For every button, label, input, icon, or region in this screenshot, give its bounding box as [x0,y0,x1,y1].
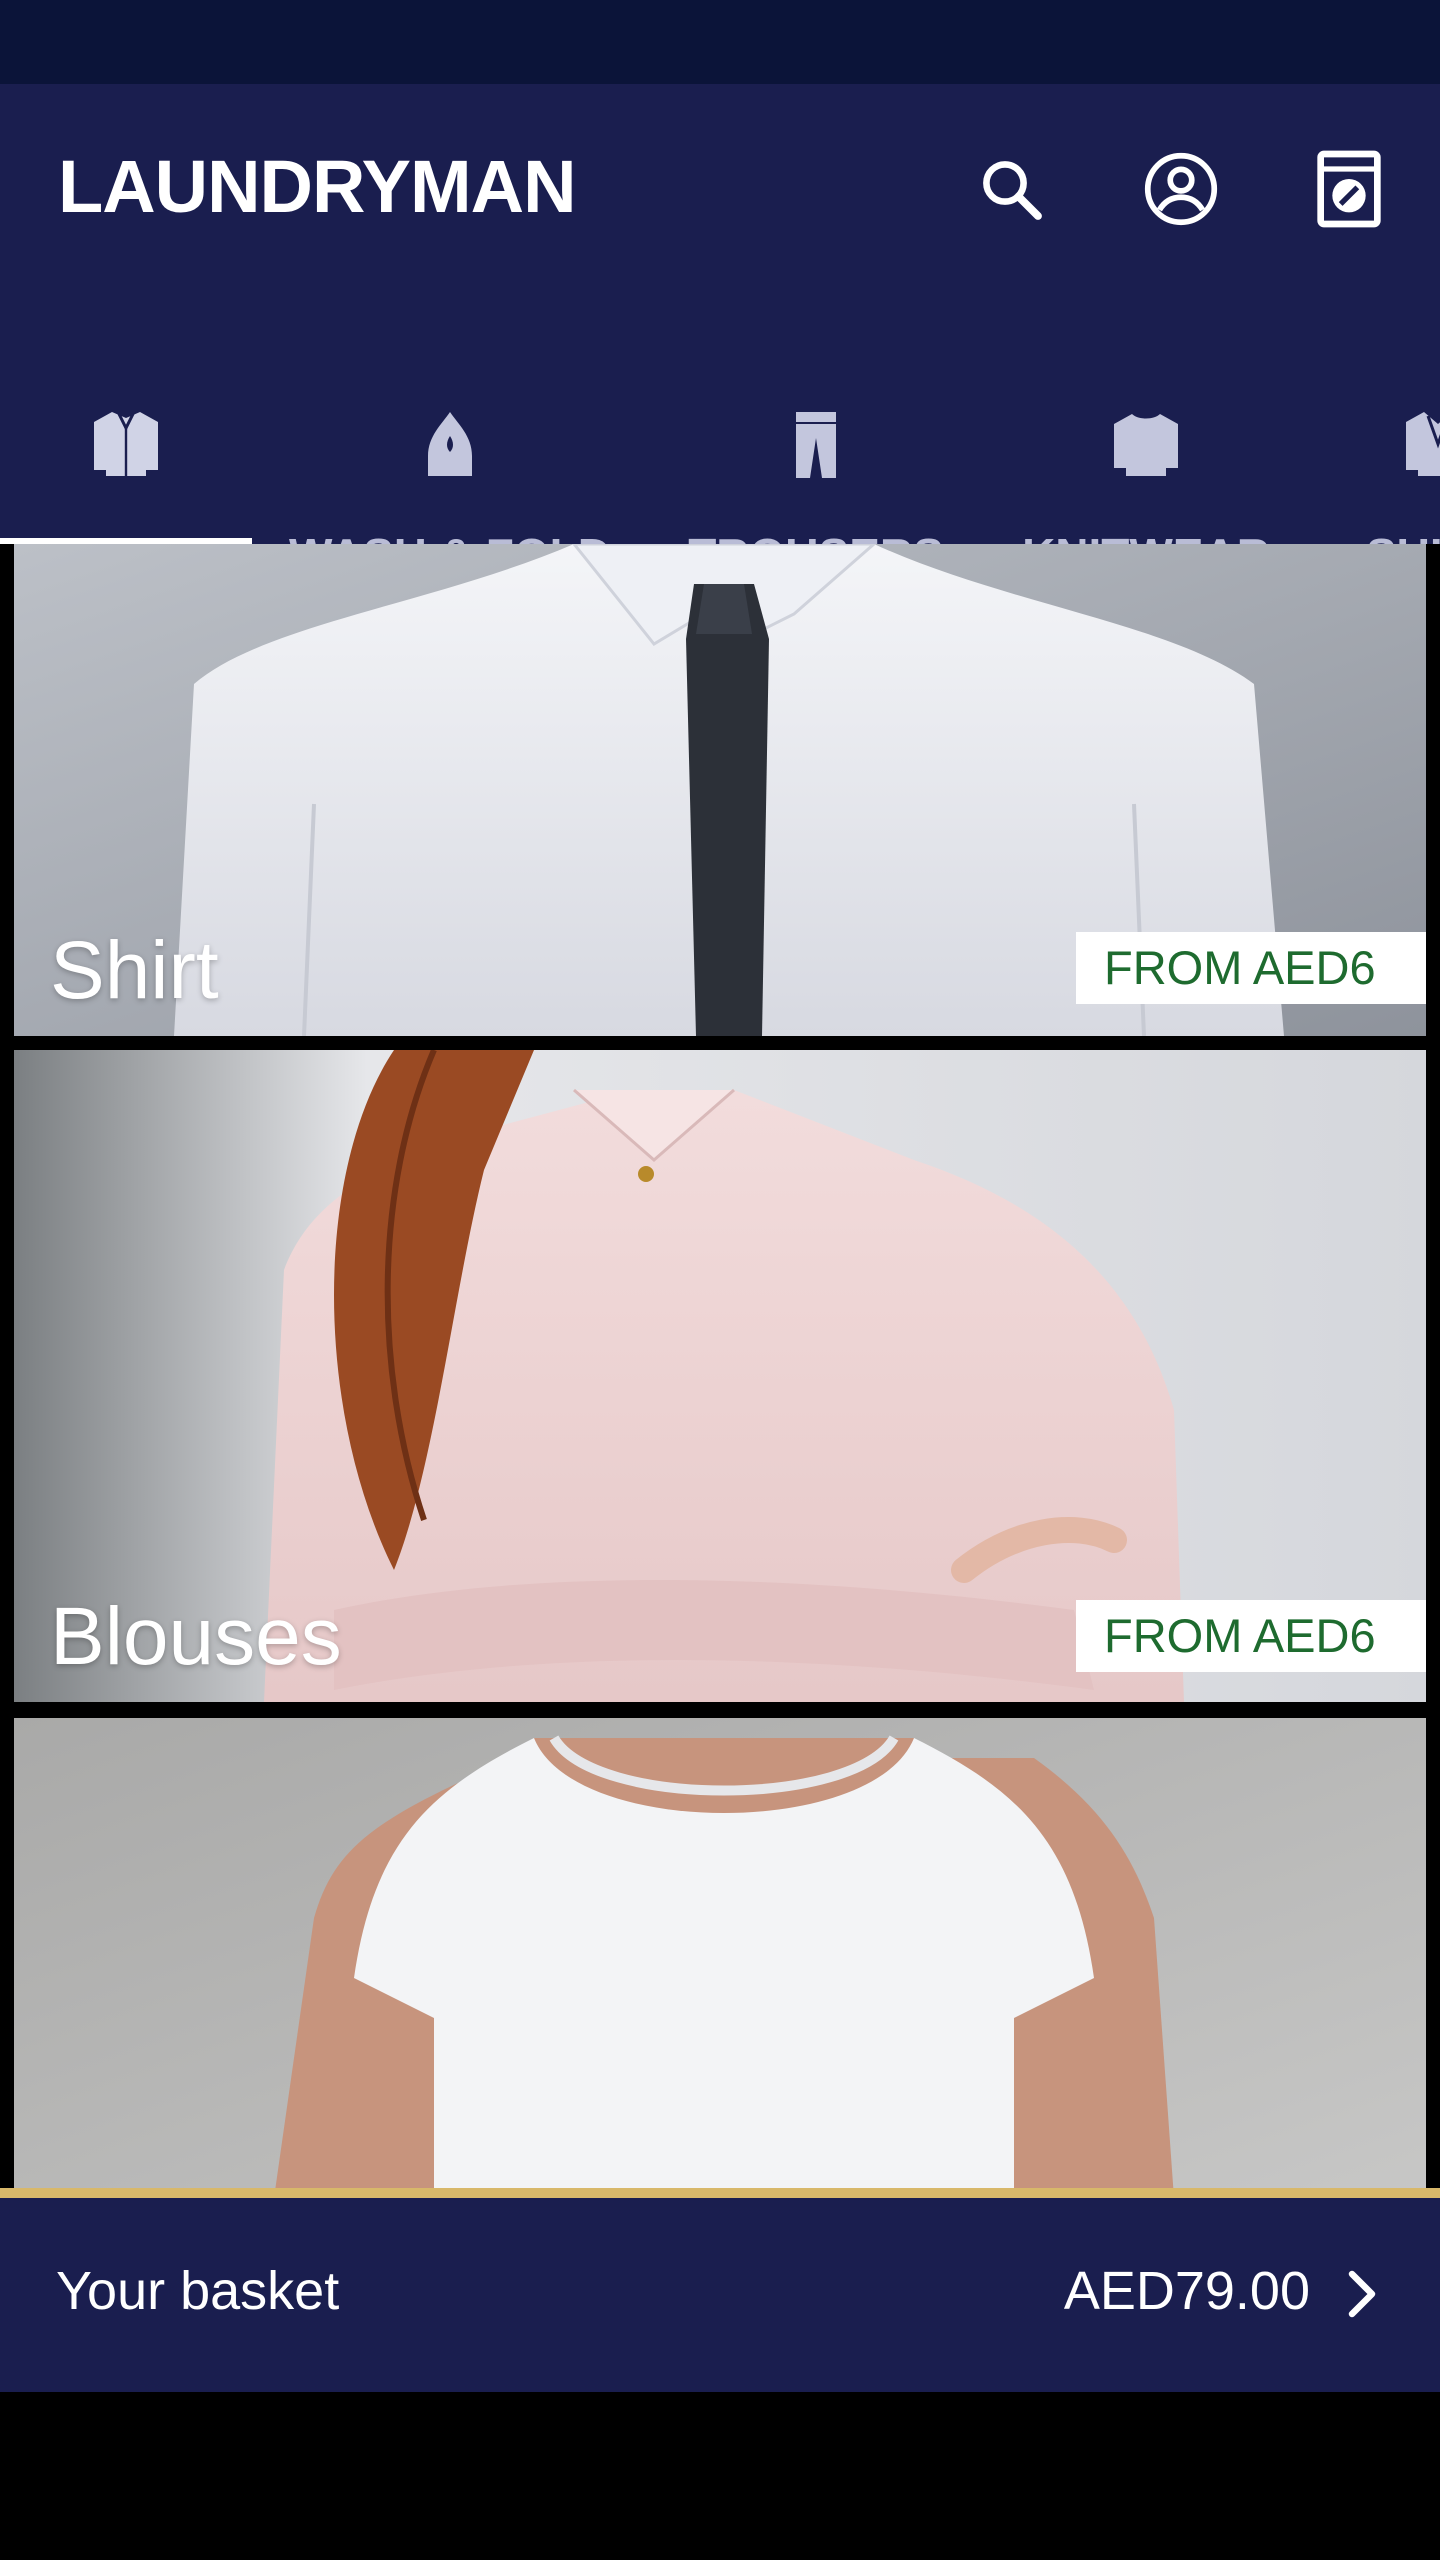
app-logo: LAUNDRYMAN [58,145,577,228]
trousers-icon [796,412,836,478]
tab-trousers-label: TROUSERS [688,528,944,544]
basket-label: Your basket [56,2261,340,2321]
product-card-shirt[interactable]: Shirt FROM AED6 [14,544,1426,1036]
basket-accent-line [0,2188,1440,2198]
tab-suits-label: SUI [1366,528,1440,544]
tab-knitwear[interactable]: KNITWEAR [986,314,1306,544]
tab-wash-and-fold[interactable]: WASH & FOLD [252,314,648,544]
shirt-icon [94,411,158,476]
sweater-icon [1114,414,1178,476]
washing-machine-icon[interactable] [1304,144,1394,234]
product-card-tshirt[interactable] [14,1718,1426,2190]
app-bar: LAUNDRYMAN TOPS [0,84,1440,544]
product-card-blouses[interactable]: Blouses FROM AED6 [14,1050,1426,1702]
tab-suits[interactable]: SUI [1310,314,1440,544]
suit-icon [1406,412,1440,476]
tab-tops[interactable]: TOPS [0,314,252,544]
tab-wash-and-fold-label: WASH & FOLD [289,528,611,544]
category-tabs: TOPS WASH & FOLD TROUSERS KNITWEAR [0,314,1440,544]
product-price-shirt: FROM AED6 [1076,932,1426,1004]
status-bar [0,0,1440,84]
product-price-blouses: FROM AED6 [1076,1600,1426,1672]
basket-total: AED79.00 [1063,2261,1310,2321]
product-list[interactable]: Shirt FROM AED6 Blouses FROM AED6 [14,544,1426,2190]
chevron-right-icon[interactable] [1332,2264,1392,2324]
laundry-bag-icon [428,412,472,476]
tshirt-photo [14,1718,1426,2190]
product-name-shirt: Shirt [50,925,219,1016]
account-icon[interactable] [1136,144,1226,234]
basket-bar[interactable]: Your basket AED79.00 [0,2198,1440,2392]
tab-knitwear-label: KNITWEAR [1022,528,1270,544]
tab-trousers[interactable]: TROUSERS [656,314,976,544]
system-navigation-bar [0,2392,1440,2560]
product-name-blouses: Blouses [50,1591,342,1682]
search-icon[interactable] [966,144,1056,234]
